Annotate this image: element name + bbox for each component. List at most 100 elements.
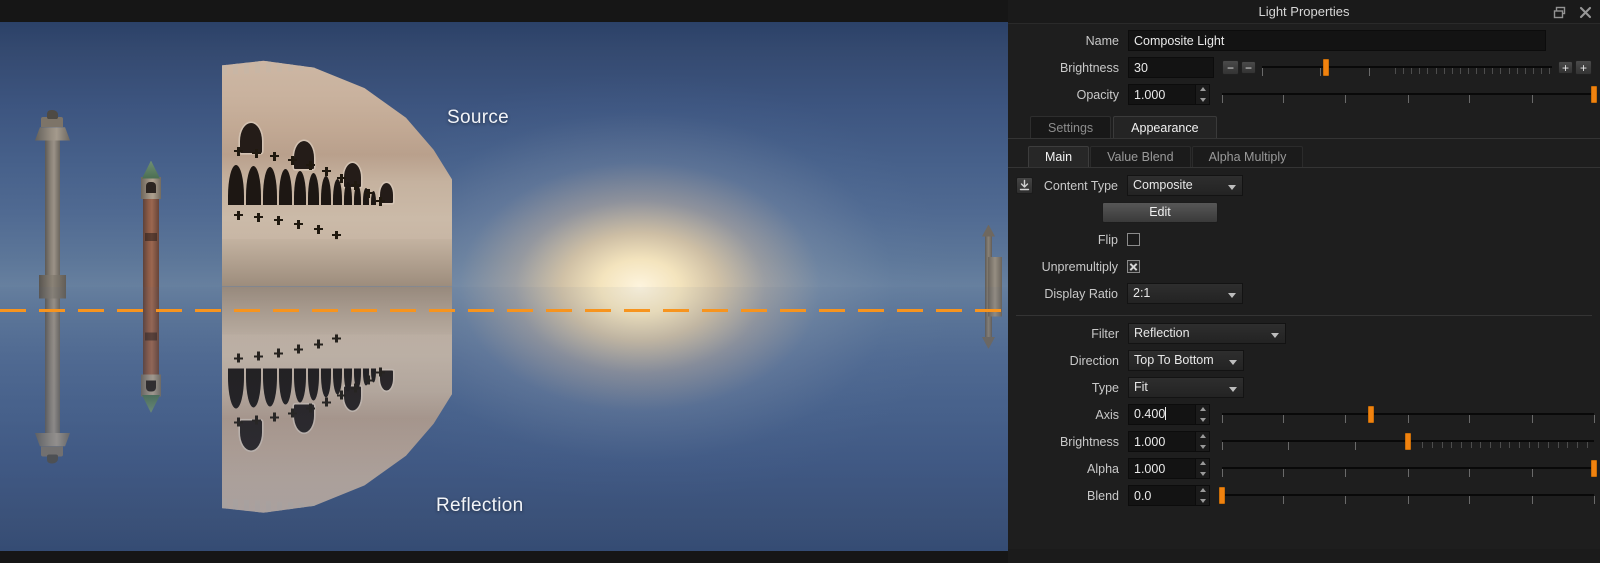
alpha-input[interactable] — [1128, 458, 1196, 479]
section-divider — [1016, 315, 1592, 316]
panel-bottom-strip — [1008, 549, 1600, 563]
brightness-decrease-small-button[interactable]: − — [1241, 61, 1256, 74]
type-label: Type — [1091, 380, 1119, 395]
opacity-slider[interactable] — [1221, 84, 1597, 105]
display-ratio-value: 2:1 — [1133, 286, 1151, 300]
unpremultiply-label: Unpremultiply — [1041, 259, 1118, 274]
filter-value: Reflection — [1134, 326, 1190, 340]
app-root: Source Reflection Light Properties Name — [0, 0, 1600, 563]
reflection-label: Reflection — [436, 495, 524, 516]
sub-tab-bar: Main Value Blend Alpha Multiply — [1008, 146, 1600, 168]
row-edit: Edit — [1008, 199, 1600, 226]
row-flip: Flip — [1008, 226, 1600, 253]
tab-settings[interactable]: Settings — [1030, 116, 1112, 138]
column-silhouette — [33, 109, 73, 287]
opacity-input[interactable] — [1128, 84, 1196, 105]
campanile-silhouette — [136, 159, 166, 287]
row-direction: Direction Top To Bottom — [1008, 347, 1600, 374]
chevron-down-icon — [1228, 185, 1236, 190]
row-brightness-bottom: Brightness — [1008, 428, 1600, 455]
axis-input[interactable]: 0.400 — [1128, 404, 1196, 425]
brightness-increase-small-button[interactable]: + — [1558, 61, 1573, 74]
undock-icon[interactable] — [1552, 5, 1566, 19]
subtab-value-blend[interactable]: Value Blend — [1090, 146, 1191, 167]
brightness-bottom-slider[interactable] — [1222, 431, 1594, 452]
close-icon[interactable] — [1578, 5, 1592, 19]
axis-label: Axis — [1095, 407, 1119, 422]
panorama-canvas[interactable]: Source Reflection — [0, 22, 1008, 551]
content-type-label: Content Type — [1043, 178, 1118, 193]
axis-slider-handle[interactable] — [1367, 406, 1374, 423]
brightness-bottom-slider-handle[interactable] — [1405, 433, 1411, 450]
row-blend: Blend — [1008, 482, 1600, 509]
chevron-down-icon — [1228, 293, 1236, 298]
direction-dropdown[interactable]: Top To Bottom — [1128, 350, 1244, 371]
opacity-label: Opacity — [1076, 87, 1119, 102]
row-brightness-top: Brightness − − + + — [1008, 54, 1600, 81]
blend-slider-handle[interactable] — [1219, 487, 1225, 504]
direction-value: Top To Bottom — [1134, 353, 1214, 367]
filter-dropdown[interactable]: Reflection — [1128, 323, 1286, 344]
alpha-slider[interactable] — [1221, 458, 1597, 479]
flip-label: Flip — [1097, 232, 1118, 247]
blend-input[interactable] — [1128, 485, 1196, 506]
brightness-top-input[interactable] — [1128, 57, 1214, 78]
display-ratio-dropdown[interactable]: 2:1 — [1127, 283, 1243, 304]
tab-appearance[interactable]: Appearance — [1113, 116, 1217, 138]
edit-button[interactable]: Edit — [1102, 202, 1218, 223]
main-tab-bar: Settings Appearance — [1008, 115, 1600, 139]
chevron-down-icon — [1271, 333, 1279, 338]
flip-checkbox[interactable] — [1127, 233, 1140, 246]
opacity-stepper[interactable] — [1196, 84, 1210, 105]
content-type-dropdown[interactable]: Composite — [1127, 175, 1243, 196]
row-alpha: Alpha — [1008, 455, 1600, 482]
subtab-main[interactable]: Main — [1028, 146, 1090, 167]
row-unpremultiply: Unpremultiply — [1008, 253, 1600, 280]
brightness-decrease-large-button[interactable]: − — [1222, 60, 1239, 75]
blend-slider[interactable] — [1219, 485, 1595, 506]
import-arrow-icon[interactable] — [1016, 177, 1033, 194]
opacity-slider-handle[interactable] — [1591, 86, 1597, 103]
blend-stepper[interactable] — [1196, 485, 1210, 506]
axis-value: 0.400 — [1134, 407, 1166, 421]
unpremultiply-checkbox[interactable] — [1127, 260, 1140, 273]
panorama-source-half — [0, 22, 1008, 287]
blend-label: Blend — [1087, 488, 1119, 503]
chevron-down-icon — [1229, 360, 1237, 365]
brightness-top-slider[interactable] — [1262, 57, 1552, 78]
type-dropdown[interactable]: Fit — [1128, 377, 1244, 398]
source-label: Source — [447, 107, 510, 128]
subtab-alpha-multiply[interactable]: Alpha Multiply — [1191, 146, 1304, 167]
row-display-ratio: Display Ratio 2:1 — [1008, 280, 1600, 307]
row-type: Type Fit — [1008, 374, 1600, 401]
type-value: Fit — [1134, 380, 1148, 394]
viewport-bottom-bar — [0, 551, 1008, 563]
name-label: Name — [1085, 33, 1119, 48]
brightness-bottom-label: Brightness — [1059, 434, 1119, 449]
direction-label: Direction — [1069, 353, 1119, 368]
viewport-top-bar — [0, 0, 1008, 22]
name-input[interactable] — [1128, 30, 1546, 51]
panel-title-text: Light Properties — [1258, 4, 1350, 19]
chevron-down-icon — [1229, 387, 1237, 392]
axis-stepper[interactable] — [1196, 404, 1210, 425]
image-viewport[interactable]: Source Reflection — [0, 0, 1008, 563]
row-content-type: Content Type Composite — [1008, 172, 1600, 199]
row-name: Name — [1008, 27, 1600, 54]
alpha-stepper[interactable] — [1196, 458, 1210, 479]
row-opacity: Opacity — [1008, 81, 1600, 108]
light-properties-panel: Light Properties Name Brightness − − — [1008, 0, 1600, 563]
filter-label: Filter — [1091, 326, 1119, 341]
axis-slider[interactable] — [1221, 404, 1595, 425]
horizon-axis-line[interactable] — [0, 309, 1008, 312]
display-ratio-label: Display Ratio — [1044, 286, 1118, 301]
row-filter: Filter Reflection — [1008, 320, 1600, 347]
content-type-value: Composite — [1133, 178, 1193, 192]
brightness-top-slider-handle[interactable] — [1322, 59, 1329, 76]
panel-title-bar: Light Properties — [1008, 0, 1600, 24]
brightness-bottom-input[interactable] — [1128, 431, 1196, 452]
alpha-slider-handle[interactable] — [1591, 460, 1597, 477]
brightness-increase-large-button[interactable]: + — [1575, 60, 1592, 75]
brightness-bottom-stepper[interactable] — [1196, 431, 1210, 452]
alpha-label: Alpha — [1087, 461, 1119, 476]
